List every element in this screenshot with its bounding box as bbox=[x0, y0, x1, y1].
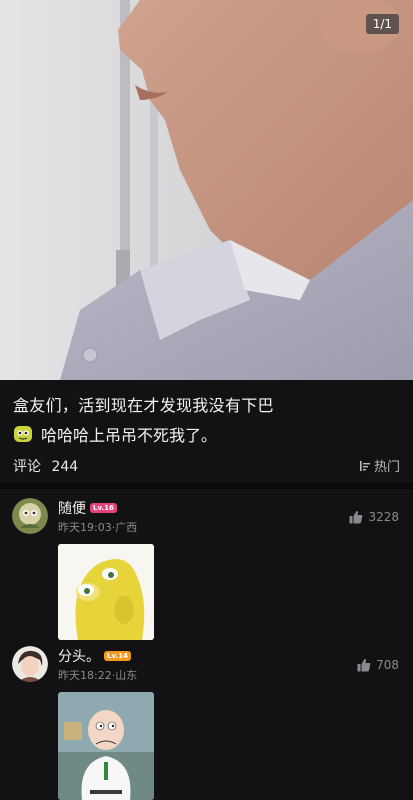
image-counter: 1/1 bbox=[365, 14, 399, 34]
comment-username[interactable]: 随便 bbox=[58, 498, 86, 518]
comments-header: 评论 244 bbox=[13, 456, 78, 476]
like-button[interactable]: 3228 bbox=[349, 510, 399, 524]
comment-location: 广西 bbox=[115, 521, 138, 534]
post-title: 盒友们，活到现在才发现我没有下巴 bbox=[13, 396, 274, 415]
level-badge: Lv.14 bbox=[104, 651, 131, 661]
comment-username-row: 随便 Lv.16 bbox=[58, 498, 117, 518]
like-count: 708 bbox=[376, 658, 399, 672]
comment-location: 山东 bbox=[115, 669, 138, 682]
like-count: 3228 bbox=[368, 510, 399, 524]
comment-meta: 昨天18:22·山东 bbox=[58, 669, 138, 682]
avatar[interactable] bbox=[12, 646, 48, 682]
comment-meta: 昨天19:03·广西 bbox=[58, 521, 138, 534]
comment-username[interactable]: 分头。 bbox=[58, 646, 100, 666]
post-photo[interactable]: 1/1 bbox=[0, 0, 413, 380]
photo-illustration bbox=[0, 0, 413, 380]
comments-bar: 评论 244 热门 bbox=[0, 444, 413, 484]
laugh-emoji-icon bbox=[14, 426, 32, 442]
level-badge: Lv.16 bbox=[90, 503, 117, 513]
thumb-up-icon bbox=[357, 658, 371, 672]
like-button[interactable]: 708 bbox=[357, 658, 399, 672]
comment-time: 昨天18:22 bbox=[58, 669, 112, 682]
sort-label: 热门 bbox=[373, 460, 400, 475]
comment-image[interactable] bbox=[58, 692, 154, 800]
post-subtitle: 哈哈哈上吊吊不死我了。 bbox=[41, 426, 218, 445]
avatar[interactable] bbox=[12, 498, 48, 534]
comment-time: 昨天19:03 bbox=[58, 521, 112, 534]
divider bbox=[0, 483, 413, 489]
sort-hot-button[interactable]: 热门 bbox=[359, 456, 400, 475]
post-body: 盒友们，活到现在才发现我没有下巴 哈哈哈上吊吊不死我了。 评论 244 热门 随… bbox=[0, 380, 413, 800]
comment-image[interactable] bbox=[58, 544, 154, 640]
comment-username-row: 分头。 Lv.14 bbox=[58, 646, 131, 666]
sort-icon bbox=[359, 460, 370, 471]
thumb-up-icon bbox=[349, 510, 363, 524]
comments-label: 评论 bbox=[13, 459, 41, 475]
post-subtitle-row: 哈哈哈上吊吊不死我了。 bbox=[13, 422, 217, 446]
comments-count: 244 bbox=[51, 459, 79, 475]
